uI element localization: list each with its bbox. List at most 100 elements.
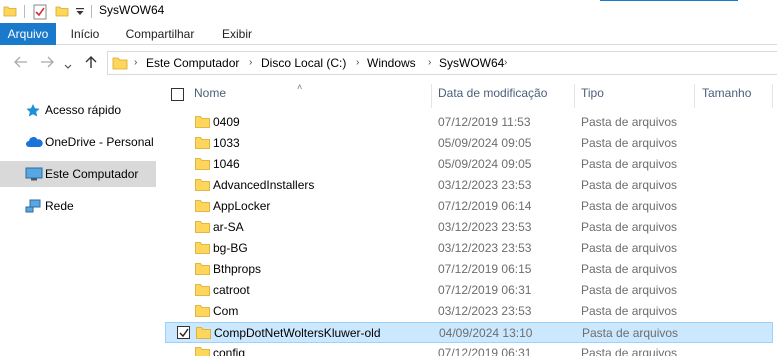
folder-icon <box>195 199 210 215</box>
folder-icon <box>196 326 211 342</box>
column-header-date[interactable]: Data de modificação <box>438 86 547 100</box>
folder-icon <box>195 283 210 299</box>
column-header-type[interactable]: Tipo <box>581 86 604 100</box>
file-type: Pasta de arquivos <box>581 262 678 276</box>
folder-icon <box>112 56 128 73</box>
file-type: Pasta de arquivos <box>581 115 678 129</box>
chevron-right-icon[interactable]: › <box>504 57 507 68</box>
tab-compartilhar[interactable]: Compartilhar <box>118 23 202 45</box>
file-type: Pasta de arquivos <box>581 136 678 150</box>
folder-icon <box>195 157 210 173</box>
column-header-size[interactable]: Tamanho <box>702 86 751 100</box>
folder-icon <box>195 220 210 236</box>
recent-locations-icon[interactable] <box>64 59 72 73</box>
chevron-right-icon[interactable]: › <box>134 57 137 68</box>
tab-exibir[interactable]: Exibir <box>212 23 262 45</box>
table-row[interactable]: 1033 05/09/2024 09:05 Pasta de arquivos <box>165 133 773 154</box>
file-type: Pasta de arquivos <box>581 220 678 234</box>
file-date: 07/12/2019 06:14 <box>438 199 532 213</box>
file-name: Bthprops <box>213 262 262 276</box>
column-divider[interactable] <box>574 84 575 108</box>
nav-item-acesso-rapido[interactable]: Acesso rápido <box>0 97 156 123</box>
column-divider[interactable] <box>431 84 432 108</box>
chevron-right-icon[interactable]: › <box>249 57 252 68</box>
customize-quick-access-icon[interactable] <box>75 6 85 20</box>
file-type: Pasta de arquivos <box>581 283 678 297</box>
file-type: Pasta de arquivos <box>581 178 678 192</box>
folder-icon <box>195 115 210 131</box>
divider <box>24 5 25 18</box>
table-row[interactable]: Bthprops 07/12/2019 06:15 Pasta de arquivo… <box>165 259 773 280</box>
network-icon <box>25 199 41 213</box>
file-date: 03/12/2023 23:53 <box>438 178 532 192</box>
table-row[interactable]: AdvancedInstallers 03/12/2023 23:53 Pasta … <box>165 175 773 196</box>
table-row[interactable]: 0409 07/12/2019 11:53 Pasta de arquivos <box>165 112 773 133</box>
tab-inicio[interactable]: Início <box>62 23 108 45</box>
file-type: Pasta de arquivos <box>581 346 678 356</box>
nav-item-label: Este Computador <box>45 167 139 181</box>
maximize-button[interactable] <box>646 0 692 4</box>
file-date: 03/12/2023 23:53 <box>438 304 532 318</box>
back-button[interactable] <box>14 55 28 72</box>
table-row[interactable]: 1046 05/09/2024 09:05 Pasta de arquivos <box>165 154 773 175</box>
minimize-button[interactable] <box>600 0 646 4</box>
file-date: 07/12/2019 06:31 <box>438 346 532 356</box>
nav-item-onedrive[interactable]: OneDrive - Personal <box>0 129 156 155</box>
column-divider[interactable] <box>772 84 773 108</box>
file-name: config <box>213 346 246 356</box>
column-header-name[interactable]: Nome <box>194 86 226 100</box>
file-name: AdvancedInstallers <box>213 178 315 192</box>
table-row[interactable]: ar-SA 03/12/2023 23:53 Pasta de arquivos <box>165 217 773 238</box>
breadcrumb-syswow64[interactable]: SysWOW64 <box>439 56 504 70</box>
properties-icon[interactable] <box>33 4 47 23</box>
folder-icon <box>195 178 210 194</box>
file-name: 0409 <box>213 115 240 129</box>
nav-item-label: Acesso rápido <box>45 103 122 117</box>
row-checkbox[interactable] <box>177 326 190 339</box>
nav-item-rede[interactable]: Rede <box>0 193 156 219</box>
nav-item-label: Rede <box>45 199 74 213</box>
column-divider[interactable] <box>694 84 695 108</box>
file-date: 07/12/2019 11:53 <box>438 115 531 129</box>
table-row[interactable]: Com 03/12/2023 23:53 Pasta de arquivos <box>165 301 773 322</box>
address-bar[interactable]: › Este Computador › Disco Local (C:) › W… <box>107 51 777 75</box>
nav-item-este-computador[interactable]: Este Computador <box>0 161 156 187</box>
file-date: 07/12/2019 06:31 <box>438 283 532 297</box>
folder-icon <box>195 262 210 278</box>
file-name: ar-SA <box>213 220 244 234</box>
tab-arquivo[interactable]: Arquivo <box>0 23 56 45</box>
breadcrumb-windows[interactable]: Windows <box>367 56 416 70</box>
table-row[interactable]: config 07/12/2019 06:31 Pasta de arquivos <box>165 343 773 356</box>
chevron-right-icon[interactable]: › <box>356 57 359 68</box>
breadcrumb-este-computador[interactable]: Este Computador <box>146 56 239 70</box>
file-date: 04/09/2024 13:10 <box>439 326 533 340</box>
folder-icon <box>195 136 210 152</box>
up-button[interactable] <box>84 55 98 72</box>
file-date: 05/09/2024 09:05 <box>438 157 532 171</box>
chevron-right-icon[interactable]: › <box>428 57 431 68</box>
new-folder-icon[interactable] <box>55 4 69 21</box>
select-all-checkbox[interactable] <box>171 88 184 101</box>
file-list: ˄ Nome Data de modificação Tipo Tamanho … <box>160 82 777 356</box>
file-name: catroot <box>213 283 250 297</box>
ribbon-tabs: Arquivo Início Compartilhar Exibir <box>0 23 777 45</box>
table-row[interactable]: AppLocker 07/12/2019 06:14 Pasta de arquiv… <box>165 196 773 217</box>
forward-button[interactable] <box>40 55 54 72</box>
breadcrumb-disco-local[interactable]: Disco Local (C:) <box>261 56 346 70</box>
file-name: CompDotNetWoltersKluwer-old <box>214 326 381 340</box>
folder-icon <box>195 304 210 320</box>
divider <box>91 5 92 18</box>
file-date: 07/12/2019 06:15 <box>438 262 532 276</box>
navigation-bar: › Este Computador › Disco Local (C:) › W… <box>0 45 777 82</box>
close-button[interactable] <box>692 0 738 4</box>
file-date: 03/12/2023 23:53 <box>438 220 532 234</box>
file-name: 1033 <box>213 136 240 150</box>
table-row[interactable]: CompDotNetWoltersKluwer-old 04/09/2024 13… <box>165 322 773 343</box>
file-name: Com <box>213 304 239 318</box>
file-name: AppLocker <box>213 199 271 213</box>
folder-icon <box>195 346 210 356</box>
file-date: 03/12/2023 23:53 <box>438 241 532 255</box>
folder-icon[interactable] <box>3 4 17 21</box>
table-row[interactable]: catroot 07/12/2019 06:31 Pasta de arquivos <box>165 280 773 301</box>
table-row[interactable]: bg-BG 03/12/2023 23:53 Pasta de arquivos <box>165 238 773 259</box>
